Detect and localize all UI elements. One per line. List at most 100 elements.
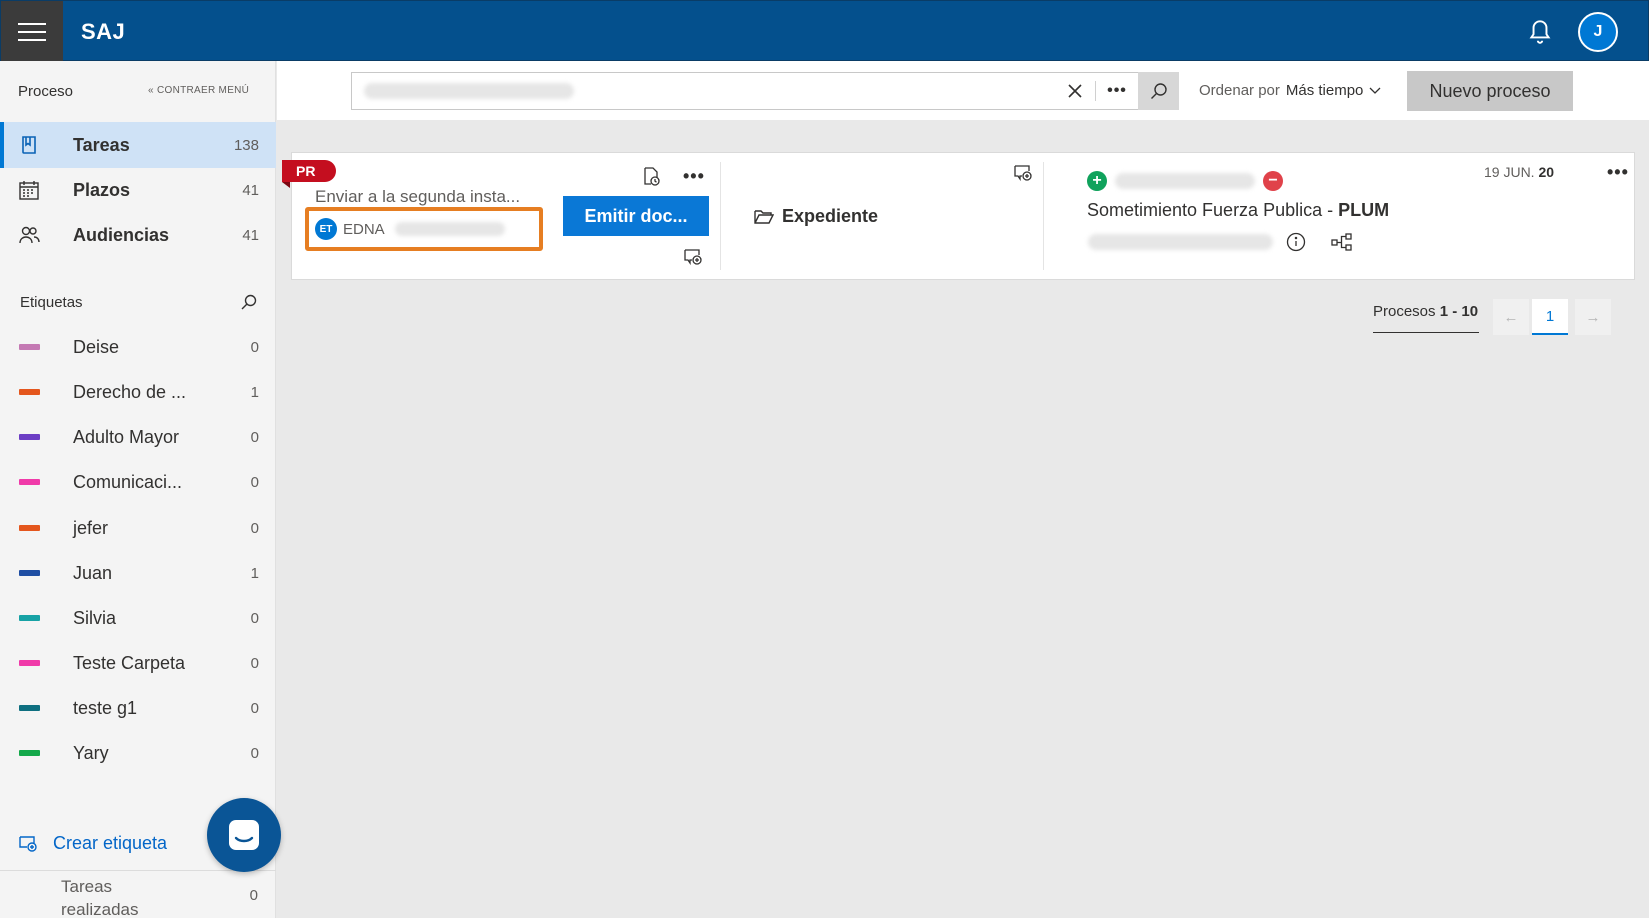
label-item[interactable]: teste g1 0 bbox=[0, 688, 276, 728]
search-icon[interactable] bbox=[240, 293, 258, 311]
remove-party-icon[interactable]: − bbox=[1263, 171, 1283, 191]
book-icon bbox=[22, 136, 36, 154]
folder-icon bbox=[754, 209, 774, 224]
task-more-button[interactable]: ••• bbox=[683, 166, 705, 187]
label-item[interactable]: Deise 0 bbox=[0, 327, 276, 367]
label-item[interactable]: Silvia 0 bbox=[0, 598, 276, 638]
label-count: 0 bbox=[250, 519, 259, 537]
card-divider bbox=[720, 162, 721, 270]
add-tag-icon bbox=[19, 835, 37, 852]
add-comment-icon[interactable] bbox=[1013, 164, 1033, 182]
assignee-chip[interactable]: ET EDNA bbox=[305, 207, 543, 251]
label-count: 0 bbox=[250, 744, 259, 762]
label-color-swatch bbox=[19, 660, 40, 666]
priority-tag-fold bbox=[282, 182, 290, 188]
due-date: 19 JUN. 20 bbox=[1484, 164, 1554, 180]
labels-title: Etiquetas bbox=[20, 294, 83, 311]
chat-launcher-button[interactable] bbox=[207, 798, 281, 872]
pagination-prefix: Procesos bbox=[1373, 303, 1436, 320]
top-bar: SAJ J bbox=[0, 0, 1649, 62]
label-item[interactable]: Comunicaci... 0 bbox=[0, 462, 276, 502]
label-color-swatch bbox=[19, 479, 40, 485]
arrow-left-icon: ← bbox=[1503, 308, 1519, 326]
nav-item-label: Plazos bbox=[73, 179, 131, 200]
completed-tasks-count: 0 bbox=[249, 887, 258, 904]
label-name: jefer bbox=[73, 517, 109, 538]
search-divider bbox=[1095, 81, 1096, 101]
label-name: Comunicaci... bbox=[73, 471, 183, 492]
case-title-text: Sometimiento Fuerza Publica - bbox=[1087, 200, 1339, 220]
assignee-badge: ET bbox=[315, 218, 337, 240]
due-date-day: 19 JUN. bbox=[1484, 164, 1535, 180]
search-options-button[interactable]: ••• bbox=[1098, 73, 1136, 109]
new-process-button[interactable]: Nuevo proceso bbox=[1407, 71, 1573, 111]
previous-page-button[interactable]: ← bbox=[1493, 299, 1529, 335]
nav-item-audiencias[interactable]: Audiencias 41 bbox=[0, 212, 276, 258]
add-comment-icon[interactable] bbox=[683, 248, 703, 266]
menu-button[interactable] bbox=[1, 1, 63, 62]
redacted-case-number bbox=[1088, 234, 1273, 250]
current-page-button[interactable]: 1 bbox=[1532, 299, 1568, 335]
label-count: 0 bbox=[250, 654, 259, 672]
label-color-swatch bbox=[19, 389, 40, 395]
hamburger-line bbox=[18, 38, 46, 41]
emit-document-button[interactable]: Emitir doc... bbox=[563, 196, 709, 236]
double-chevron-left-icon: « bbox=[148, 85, 154, 96]
workflow-icon[interactable] bbox=[1331, 232, 1353, 252]
assignee-name: EDNA bbox=[343, 220, 385, 238]
nav-item-count: 41 bbox=[242, 226, 259, 244]
label-item[interactable]: Adulto Mayor 0 bbox=[0, 417, 276, 457]
due-date-year: 20 bbox=[1538, 164, 1555, 180]
label-item[interactable]: Yary 0 bbox=[0, 733, 276, 773]
sort-value: Más tiempo bbox=[1285, 82, 1364, 99]
label-color-swatch bbox=[19, 344, 40, 350]
close-icon bbox=[1068, 84, 1082, 98]
bell-icon[interactable] bbox=[1527, 17, 1553, 45]
nav-item-plazos[interactable]: Plazos 41 bbox=[0, 167, 276, 213]
sort-dropdown[interactable]: Ordenar por Más tiempo bbox=[1199, 82, 1381, 99]
people-icon bbox=[19, 226, 40, 244]
label-item[interactable]: Teste Carpeta 0 bbox=[0, 643, 276, 683]
create-label-button[interactable]: Crear etiqueta bbox=[18, 831, 167, 855]
label-item[interactable]: jefer 0 bbox=[0, 508, 276, 548]
nav-item-label: Tareas bbox=[73, 134, 130, 155]
redacted-search-text bbox=[364, 83, 574, 99]
sidebar-section-title: Proceso bbox=[18, 83, 74, 100]
add-party-icon[interactable]: + bbox=[1087, 171, 1107, 191]
label-count: 1 bbox=[250, 564, 259, 582]
label-item[interactable]: Derecho de ... 1 bbox=[0, 372, 276, 412]
redacted-assignee-surname bbox=[394, 222, 505, 236]
expediente-button[interactable]: Expediente bbox=[754, 206, 878, 227]
label-count: 0 bbox=[250, 699, 259, 717]
label-color-swatch bbox=[19, 705, 40, 711]
search-button[interactable] bbox=[1138, 72, 1179, 110]
label-color-swatch bbox=[19, 570, 40, 576]
label-name: Teste Carpeta bbox=[73, 652, 186, 673]
hamburger-line bbox=[18, 22, 46, 25]
case-title[interactable]: Sometimiento Fuerza Publica - PLUM bbox=[1087, 200, 1389, 221]
card-divider bbox=[1043, 162, 1044, 270]
task-title[interactable]: Enviar a la segunda insta... bbox=[315, 187, 520, 207]
create-label-text: Crear etiqueta bbox=[53, 832, 168, 853]
label-name: Deise bbox=[73, 336, 120, 357]
chat-icon bbox=[229, 820, 259, 850]
card-more-button[interactable]: ••• bbox=[1607, 162, 1629, 183]
next-page-button[interactable]: → bbox=[1575, 299, 1611, 335]
clear-search-button[interactable] bbox=[1055, 73, 1095, 109]
expediente-label: Expediente bbox=[782, 206, 879, 226]
label-name: Derecho de ... bbox=[73, 381, 187, 402]
collapse-menu-button[interactable]: « CONTRAER MENÚ bbox=[148, 85, 249, 96]
label-count: 0 bbox=[250, 473, 259, 491]
info-icon[interactable] bbox=[1286, 232, 1306, 252]
user-avatar[interactable]: J bbox=[1578, 12, 1618, 52]
nav-item-label: Audiencias bbox=[73, 224, 170, 245]
document-clock-icon[interactable] bbox=[641, 166, 661, 186]
priority-tag: PR bbox=[282, 160, 336, 182]
arrow-right-icon: → bbox=[1585, 308, 1601, 326]
nav-item-tareas[interactable]: Tareas 138 bbox=[0, 122, 276, 168]
label-name: Adulto Mayor bbox=[73, 426, 180, 447]
label-item[interactable]: Juan 1 bbox=[0, 553, 276, 593]
pagination-info: Procesos 1 - 10 bbox=[1373, 303, 1479, 333]
completed-tasks-label[interactable]: Tareas realizadas bbox=[61, 875, 171, 918]
sidebar: Proceso « CONTRAER MENÚ Tareas 138 Plazo… bbox=[0, 61, 276, 918]
